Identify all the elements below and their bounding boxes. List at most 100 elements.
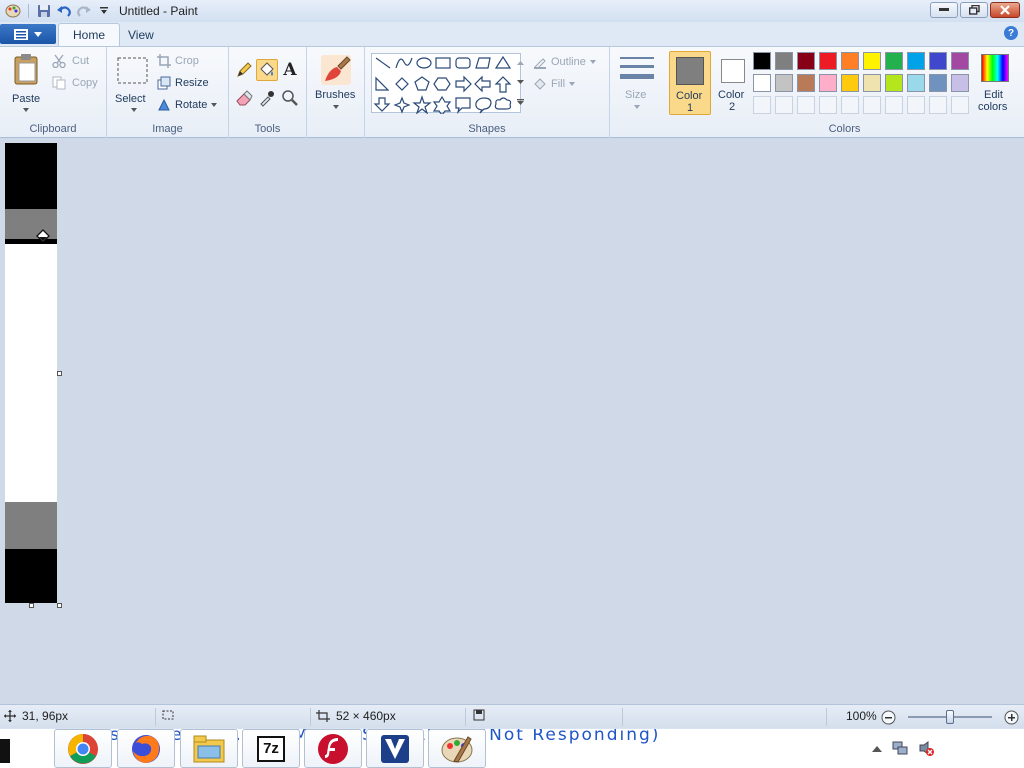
drawing-canvas[interactable] (5, 143, 57, 603)
edit-colors-button[interactable]: Edit colors (975, 51, 1017, 115)
magnifier-tool[interactable] (279, 87, 301, 109)
zoom-slider-thumb[interactable] (946, 710, 954, 724)
fill-button[interactable]: Fill (533, 77, 576, 91)
color2-swatch (721, 59, 745, 83)
chevron-down-icon (34, 31, 42, 37)
paint-icon (441, 735, 473, 763)
palette-swatch[interactable] (797, 74, 815, 92)
palette-swatch[interactable] (907, 74, 925, 92)
paint-app-icon[interactable] (4, 2, 22, 20)
cut-button[interactable]: Cut (52, 54, 89, 68)
palette-swatch[interactable] (885, 74, 903, 92)
palette-swatch[interactable] (907, 52, 925, 70)
group-brushes[interactable]: Brushes (307, 47, 365, 138)
rotate-button[interactable]: Rotate (157, 98, 218, 112)
palette-swatch[interactable] (775, 52, 793, 70)
color-palette (753, 52, 975, 118)
color-picker-tool[interactable] (256, 87, 278, 109)
palette-swatch[interactable] (929, 74, 947, 92)
resize-button[interactable]: Resize (157, 76, 209, 90)
palette-swatch[interactable] (885, 52, 903, 70)
minimize-button[interactable] (930, 2, 958, 18)
tab-home[interactable]: Home (58, 23, 121, 46)
taskbar-media-app[interactable] (366, 729, 424, 768)
custom-color-slot[interactable] (819, 96, 837, 114)
chevron-down-icon[interactable] (516, 79, 524, 84)
zoom-out-button[interactable] (881, 710, 896, 725)
pencil-tool[interactable] (233, 59, 255, 81)
tray-arrow-icon[interactable] (872, 744, 882, 752)
copy-button[interactable]: Copy (52, 76, 98, 90)
palette-swatch[interactable] (841, 52, 859, 70)
palette-swatch[interactable] (951, 74, 969, 92)
resize-handle-corner[interactable] (57, 603, 62, 608)
outline-button[interactable]: Outline (533, 55, 596, 69)
volume-muted-icon[interactable] (918, 740, 934, 756)
color1-button[interactable]: Color 1 (669, 51, 711, 115)
cloud-callout-shape-icon (494, 97, 512, 110)
palette-swatch[interactable] (797, 52, 815, 70)
undo-icon[interactable] (55, 2, 73, 20)
palette-swatch[interactable] (841, 74, 859, 92)
custom-color-slot[interactable] (885, 96, 903, 114)
close-button[interactable] (990, 2, 1020, 18)
custom-color-slot[interactable] (775, 96, 793, 114)
select-button[interactable]: Select (113, 51, 153, 113)
palette-swatch[interactable] (863, 52, 881, 70)
custom-color-slot[interactable] (841, 96, 859, 114)
custom-color-slot[interactable] (951, 96, 969, 114)
chevron-up-icon[interactable] (516, 60, 524, 65)
media-app-icon (381, 734, 409, 763)
color-spectrum-icon (981, 54, 1009, 82)
fill-bucket-tool[interactable] (256, 59, 278, 81)
custom-color-slot[interactable] (863, 96, 881, 114)
help-icon[interactable]: ? (1004, 26, 1018, 40)
group-size[interactable]: Size (610, 47, 665, 138)
palette-swatch[interactable] (753, 74, 771, 92)
shapes-scroll[interactable] (514, 53, 526, 113)
paint-menu-button[interactable] (0, 24, 56, 44)
restore-button[interactable] (960, 2, 988, 18)
status-separator (622, 708, 623, 726)
custom-color-slot[interactable] (929, 96, 947, 114)
status-separator (155, 708, 156, 726)
taskbar-firefox[interactable] (117, 729, 175, 768)
taskbar-flash[interactable] (304, 729, 362, 768)
palette-swatch[interactable] (819, 52, 837, 70)
custom-color-slot[interactable] (907, 96, 925, 114)
eraser-tool[interactable] (233, 87, 255, 109)
palette-swatch[interactable] (951, 52, 969, 70)
canvas-workspace[interactable] (0, 138, 1024, 704)
taskbar-chrome[interactable] (54, 729, 112, 768)
palette-swatch[interactable] (819, 74, 837, 92)
taskbar-file-explorer[interactable] (180, 729, 238, 768)
move-cursor-icon (4, 710, 16, 722)
group-shapes: Outline Fill Shapes (365, 47, 610, 138)
group-label-image: Image (152, 123, 183, 135)
cut-label: Cut (72, 55, 90, 67)
crop-button[interactable]: Crop (157, 54, 199, 68)
customize-qa-chevron-icon[interactable] (95, 2, 113, 20)
shapes-gallery[interactable] (371, 53, 521, 116)
redo-icon[interactable] (75, 2, 93, 20)
tab-view[interactable]: View (114, 23, 168, 46)
status-bar: 31, 96px 52 × 460px 100% (0, 704, 1024, 728)
zoom-in-button[interactable] (1004, 710, 1019, 725)
custom-color-slot[interactable] (797, 96, 815, 114)
taskbar-7zip[interactable]: 7z (242, 729, 300, 768)
text-tool[interactable]: A (279, 59, 301, 81)
save-icon[interactable] (35, 2, 53, 20)
palette-swatch[interactable] (863, 74, 881, 92)
resize-handle-bottom[interactable] (29, 603, 34, 608)
expand-gallery-icon[interactable] (516, 99, 524, 106)
network-icon[interactable] (892, 740, 908, 756)
palette-swatch[interactable] (929, 52, 947, 70)
resize-handle-right[interactable] (57, 371, 62, 376)
palette-swatch[interactable] (775, 74, 793, 92)
color2-button[interactable]: Color 2 (713, 51, 753, 115)
custom-color-slot[interactable] (753, 96, 771, 114)
palette-swatch[interactable] (753, 52, 771, 70)
triangle-shape-icon (494, 55, 512, 69)
taskbar-paint[interactable] (428, 729, 486, 768)
paste-button[interactable]: Paste (6, 51, 46, 113)
